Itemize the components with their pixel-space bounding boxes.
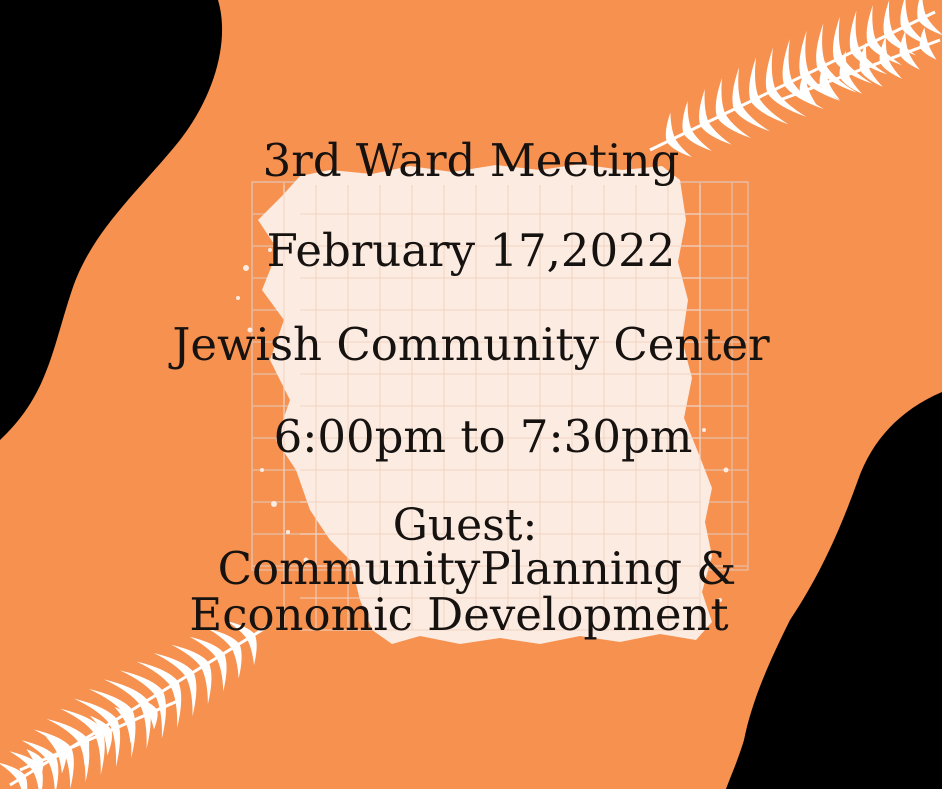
guest-name-line1: CommunityPlanning &: [217, 542, 737, 595]
leaflet: [732, 67, 742, 110]
leaflet: [919, 27, 929, 48]
leaflet: [866, 5, 877, 45]
leaflet: [880, 59, 902, 79]
leaflet: [920, 44, 937, 60]
leaflet: [849, 10, 860, 53]
leaflet: [899, 30, 909, 55]
leaflet: [88, 688, 133, 715]
meeting-date: February 17,2022: [266, 224, 676, 277]
flyer: 3rd Ward Meeting February 17,2022 Jewish…: [0, 0, 942, 789]
leaflet: [682, 100, 692, 134]
leaflet: [216, 653, 227, 692]
leaflet: [185, 672, 197, 717]
leaflet: [749, 57, 759, 102]
leaflet: [0, 762, 26, 781]
palm-leaf-icon-bottom-left: [0, 621, 271, 789]
leaflet: [57, 750, 67, 774]
leaflet: [48, 756, 59, 789]
palm-leaf-icon-top-right: [649, 0, 942, 158]
leaflet: [201, 662, 212, 705]
meeting-title: 3rd Ward Meeting: [262, 134, 680, 187]
leaflet: [765, 47, 776, 94]
leaflet: [832, 16, 843, 61]
meeting-location: Jewish Community Center: [172, 318, 770, 371]
leaflet: [715, 78, 726, 118]
leaflet: [782, 38, 793, 86]
leaflet: [883, 0, 893, 37]
leaflet: [231, 643, 242, 679]
leaflet: [816, 23, 826, 69]
leaflet: [699, 89, 709, 126]
top-left-blob: [0, 0, 223, 440]
leaflet: [918, 16, 942, 35]
leaflet: [799, 30, 809, 77]
background-art: [0, 0, 942, 789]
leaflet: [900, 0, 910, 29]
leaflet: [103, 679, 148, 706]
guest-name-line2: Economic Development: [189, 588, 729, 641]
meeting-time: 6:00pm to 7:30pm: [273, 410, 693, 463]
leaflet: [900, 51, 920, 70]
